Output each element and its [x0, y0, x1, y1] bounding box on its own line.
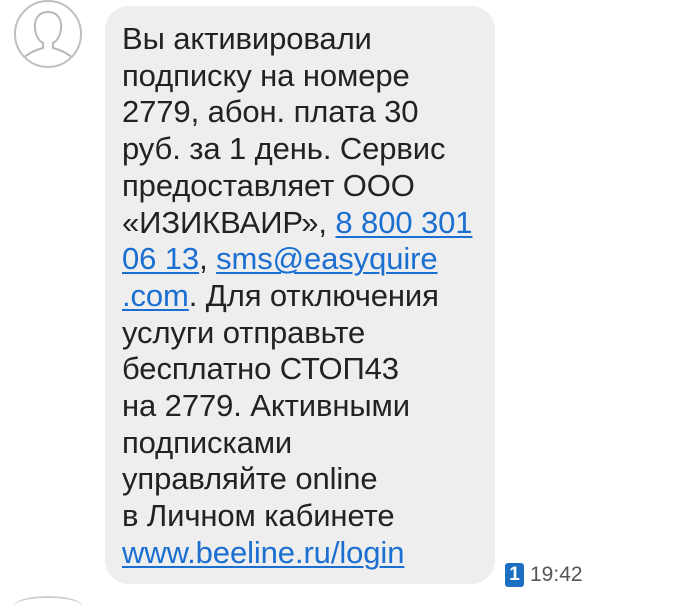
beeline-login-link[interactable]: www.beeline.ru/login	[122, 535, 404, 570]
message-line: на 2779. Активными	[122, 388, 410, 424]
next-avatar-partial	[14, 596, 82, 616]
message-bubble[interactable]: Вы активировали подписку на номере 2779,…	[105, 6, 495, 584]
message-line: подписку на номере	[122, 57, 410, 93]
unsubscribe-text: . Для отключения	[188, 277, 439, 313]
email-link[interactable]: sms@easyquire	[216, 241, 438, 276]
contact-avatar[interactable]	[14, 0, 82, 68]
company-name-text: «ИЗИКВАИР»,	[122, 204, 336, 240]
message-line: 2779, абон. плата 30	[122, 94, 419, 130]
message-line: подписками	[122, 424, 293, 460]
message-line: www.beeline.ru/login	[122, 535, 487, 572]
message-line: .com. Для отключения	[122, 278, 487, 315]
message-line: 06 13, sms@easyquire	[122, 241, 487, 278]
message-timestamp: 19:42	[530, 563, 583, 586]
separator-text: ,	[199, 241, 217, 277]
email-link-continued[interactable]: .com	[122, 278, 189, 313]
sim-card-badge: 1	[505, 563, 524, 587]
message-line: услуги отправьте	[122, 314, 366, 350]
phone-link-continued[interactable]: 06 13	[122, 241, 199, 276]
person-icon	[23, 11, 73, 59]
message-line: руб. за 1 день. Сервис	[122, 131, 446, 167]
message-line: в Личном кабинете	[122, 498, 395, 534]
message-line: предоставляет ООО	[122, 167, 415, 203]
message-line: бесплатно СТОП43	[122, 351, 399, 387]
message-line: «ИЗИКВАИР», 8 800 301	[122, 205, 487, 242]
message-line: Вы активировали	[122, 21, 372, 56]
message-line: управляйте online	[122, 461, 378, 497]
message-meta: 1 19:42	[505, 562, 583, 588]
phone-link[interactable]: 8 800 301	[335, 205, 472, 240]
